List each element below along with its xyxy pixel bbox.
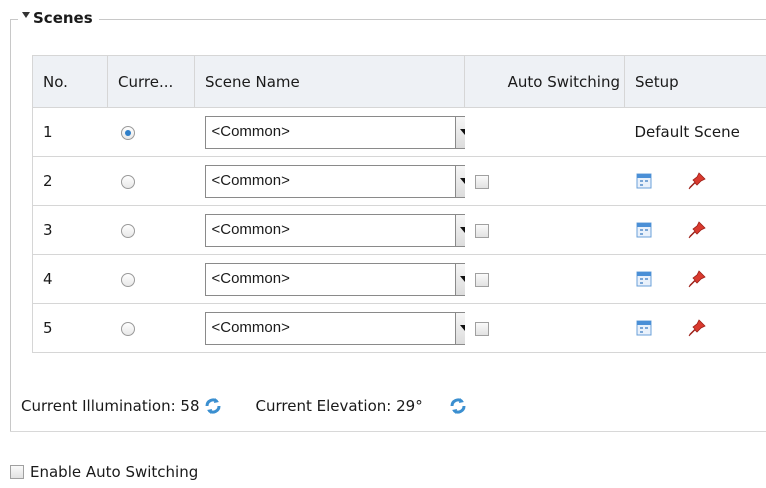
current-scene-radio[interactable] — [120, 321, 135, 336]
chevron-down-icon[interactable] — [454, 214, 465, 246]
refresh-icon[interactable] — [204, 397, 222, 415]
row-number: 5 — [32, 303, 108, 353]
row-number: 4 — [32, 254, 108, 304]
table-row: 5 <Common> — [32, 303, 766, 353]
current-scene-radio[interactable] — [120, 223, 135, 238]
header-no[interactable]: No. — [32, 55, 108, 108]
chevron-down-icon[interactable] — [454, 312, 465, 344]
enable-auto-switching-label[interactable]: Enable Auto Switching — [30, 463, 198, 481]
scenes-group-title: Scenes — [33, 9, 93, 27]
table-header-row: No. Curre... Scene Name Auto Switching S… — [32, 55, 766, 108]
header-setup[interactable]: Setup — [624, 55, 766, 108]
enable-auto-switching-checkbox[interactable] — [10, 465, 24, 479]
scene-name-select[interactable]: <Common> — [204, 262, 465, 296]
pin-icon[interactable] — [687, 220, 707, 240]
scene-name-select[interactable]: <Common> — [204, 115, 465, 149]
scenes-table: No. Curre... Scene Name Auto Switching S… — [32, 55, 766, 353]
pin-icon[interactable] — [687, 171, 707, 191]
current-elevation: Current Elevation: 29° — [255, 397, 423, 415]
header-current[interactable]: Curre... — [107, 55, 195, 108]
table-row: 4 <Common> — [32, 254, 766, 304]
calendar-icon[interactable] — [635, 270, 653, 288]
enable-auto-switching-row[interactable]: Enable Auto Switching — [10, 463, 198, 481]
scenes-group-header[interactable]: Scenes — [18, 9, 99, 27]
table-row: 2 <Common> — [32, 156, 766, 206]
row-number: 1 — [32, 107, 108, 157]
collapse-triangle-icon[interactable] — [22, 12, 30, 18]
scene-name-select[interactable]: <Common> — [204, 164, 465, 198]
calendar-icon[interactable] — [635, 221, 653, 239]
setup-default-scene: Default Scene — [624, 107, 766, 157]
chevron-down-icon[interactable] — [454, 165, 465, 197]
auto-switching-checkbox[interactable] — [474, 223, 489, 238]
auto-switching-checkbox[interactable] — [474, 321, 489, 336]
current-illumination: Current Illumination: 58 — [21, 397, 200, 415]
auto-switching-checkbox[interactable] — [474, 272, 489, 287]
current-scene-radio[interactable] — [120, 125, 135, 140]
pin-icon[interactable] — [687, 318, 707, 338]
auto-switching-cell — [464, 107, 625, 157]
scenes-group-border-top — [10, 19, 766, 20]
calendar-icon[interactable] — [635, 319, 653, 337]
row-number: 2 — [32, 156, 108, 206]
scene-name-select[interactable]: <Common> — [204, 311, 465, 345]
table-row: 3 <Common> — [32, 205, 766, 255]
auto-switching-checkbox[interactable] — [474, 174, 489, 189]
row-number: 3 — [32, 205, 108, 255]
current-scene-radio[interactable] — [120, 272, 135, 287]
table-row: 1 <Common> Default Scene — [32, 107, 766, 157]
calendar-icon[interactable] — [635, 172, 653, 190]
refresh-icon[interactable] — [449, 397, 467, 415]
header-scene-name[interactable]: Scene Name — [194, 55, 465, 108]
chevron-down-icon[interactable] — [454, 263, 465, 295]
header-auto-switching[interactable]: Auto Switching — [464, 55, 625, 108]
scenes-group-border-bottom — [10, 431, 766, 432]
chevron-down-icon[interactable] — [454, 116, 465, 148]
status-bar: Current Illumination: 58 Current Elevati… — [21, 397, 467, 415]
scene-name-select[interactable]: <Common> — [204, 213, 465, 247]
scenes-group-border-left — [10, 19, 11, 431]
pin-icon[interactable] — [687, 269, 707, 289]
current-scene-radio[interactable] — [120, 174, 135, 189]
